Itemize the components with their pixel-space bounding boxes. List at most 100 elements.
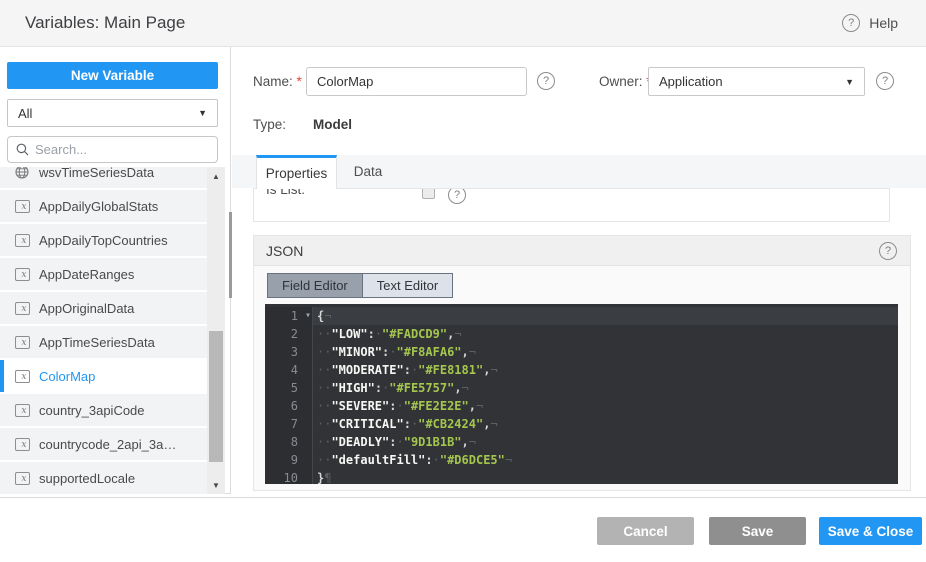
line-number: 4▾ bbox=[265, 361, 313, 379]
code-line-content: ··"CRITICAL":·"#CB2424",¬ bbox=[313, 415, 898, 433]
help-button[interactable]: ? Help bbox=[842, 14, 898, 32]
scroll-up-icon[interactable]: ▲ bbox=[207, 169, 225, 183]
name-input[interactable] bbox=[306, 67, 527, 96]
text-editor-tab[interactable]: Text Editor bbox=[363, 274, 452, 297]
variable-icon: x bbox=[15, 336, 30, 349]
variable-icon: x bbox=[15, 404, 30, 417]
filter-dropdown[interactable]: All ▼ bbox=[7, 99, 218, 127]
required-marker: * bbox=[297, 74, 302, 89]
is-list-label: Is List: bbox=[266, 188, 305, 197]
owner-label: Owner: * bbox=[599, 74, 652, 89]
list-item-label: AppTimeSeriesData bbox=[39, 335, 155, 350]
list-item-label: countrycode_2api_3a… bbox=[39, 437, 176, 452]
line-number: 1▾ bbox=[265, 307, 313, 325]
list-item-label: AppDailyTopCountries bbox=[39, 233, 168, 248]
type-label: Type: bbox=[253, 117, 286, 132]
name-label: Name: * bbox=[253, 74, 302, 89]
code-line-content: ··"DEADLY":·"9D1B1B",¬ bbox=[313, 433, 898, 451]
variable-icon: x bbox=[15, 268, 30, 281]
code-line: 10▾ }¶ bbox=[265, 469, 898, 484]
json-section-title: JSON bbox=[266, 243, 303, 259]
cancel-button[interactable]: Cancel bbox=[597, 517, 694, 545]
list-item[interactable]: x ColorMap bbox=[0, 360, 207, 392]
code-line-content: ··"defaultFill":·"#D6DCE5"¬ bbox=[313, 451, 898, 469]
name-help-icon[interactable]: ? bbox=[537, 72, 555, 90]
owner-value: Application bbox=[659, 74, 723, 89]
globe-icon bbox=[15, 167, 29, 179]
sidebar-scrollbar-thumb[interactable] bbox=[209, 331, 223, 462]
help-label: Help bbox=[869, 15, 898, 31]
content-divider bbox=[0, 497, 926, 498]
code-line: 1▾ {¬ bbox=[265, 307, 898, 325]
code-line-content: ··"LOW":·"#FADCD9",¬ bbox=[313, 325, 898, 343]
owner-help-icon[interactable]: ? bbox=[876, 72, 894, 90]
list-item[interactable]: x AppDailyTopCountries bbox=[0, 224, 207, 256]
save-button[interactable]: Save bbox=[709, 517, 806, 545]
list-item[interactable]: x supportedLocale bbox=[0, 462, 207, 494]
tab-properties[interactable]: Properties bbox=[256, 155, 337, 189]
list-item-label: AppOriginalData bbox=[39, 301, 134, 316]
search-input[interactable] bbox=[35, 142, 185, 157]
variables-dialog: Variables: Main Page ? Help New Variable… bbox=[0, 0, 926, 562]
owner-dropdown[interactable]: Application ▼ bbox=[648, 67, 865, 96]
code-line: 9▾ ··"defaultFill":·"#D6DCE5"¬ bbox=[265, 451, 898, 469]
code-line-content: ··"SEVERE":·"#FE2E2E",¬ bbox=[313, 397, 898, 415]
list-item[interactable]: x wsvTimeSeriesData bbox=[0, 167, 207, 188]
variable-icon: x bbox=[15, 370, 30, 383]
json-section-header: JSON ? bbox=[254, 236, 910, 266]
list-item-label: supportedLocale bbox=[39, 471, 135, 486]
code-line-content: ··"MINOR":·"#F8AFA6",¬ bbox=[313, 343, 898, 361]
list-item[interactable]: x AppDailyGlobalStats bbox=[0, 190, 207, 222]
list-item[interactable]: x AppOriginalData bbox=[0, 292, 207, 324]
variable-list: x wsvTimeSeriesData x bbox=[0, 167, 207, 494]
search-box[interactable] bbox=[7, 136, 218, 163]
line-number: 6▾ bbox=[265, 397, 313, 415]
chevron-down-icon: ▼ bbox=[845, 77, 854, 87]
type-value: Model bbox=[313, 117, 352, 132]
variable-icon: x bbox=[15, 472, 30, 485]
json-help-icon[interactable]: ? bbox=[879, 242, 897, 260]
list-item-label: country_3apiCode bbox=[39, 403, 145, 418]
variable-icon: x bbox=[15, 302, 30, 315]
variable-icon: x bbox=[15, 234, 30, 247]
list-item[interactable]: x countrycode_2api_3a… bbox=[0, 428, 207, 460]
list-item-label: wsvTimeSeriesData bbox=[39, 167, 154, 180]
is-list-help-icon[interactable]: ? bbox=[448, 188, 466, 204]
scroll-down-icon[interactable]: ▼ bbox=[207, 478, 225, 492]
panel-scrollbar-thumb[interactable] bbox=[229, 212, 232, 298]
line-number: 7▾ bbox=[265, 415, 313, 433]
code-line-content: }¶ bbox=[313, 469, 898, 484]
search-icon bbox=[16, 143, 29, 156]
page-title: Variables: Main Page bbox=[25, 13, 185, 33]
editor-mode-toggle: Field Editor Text Editor bbox=[267, 273, 453, 298]
chevron-down-icon: ▼ bbox=[198, 108, 207, 118]
json-section: JSON ? Field Editor Text Editor 1▾ {¬ 2▾… bbox=[253, 235, 911, 491]
sidebar-scrollbar[interactable]: ▲ ▼ bbox=[207, 167, 225, 494]
field-editor-tab[interactable]: Field Editor bbox=[268, 274, 363, 297]
new-variable-button[interactable]: New Variable bbox=[7, 62, 218, 89]
list-item-label: AppDateRanges bbox=[39, 267, 134, 282]
code-line-content: ··"HIGH":·"#FE5757",¬ bbox=[313, 379, 898, 397]
tab-data[interactable]: Data bbox=[337, 155, 399, 188]
line-number: 2▾ bbox=[265, 325, 313, 343]
code-line: 4▾ ··"MODERATE":·"#FE8181",¬ bbox=[265, 361, 898, 379]
list-item[interactable]: x AppDateRanges bbox=[0, 258, 207, 290]
code-line: 8▾ ··"DEADLY":·"9D1B1B",¬ bbox=[265, 433, 898, 451]
save-and-close-button[interactable]: Save & Close bbox=[819, 517, 922, 545]
list-item[interactable]: x AppTimeSeriesData bbox=[0, 326, 207, 358]
code-line-content: ··"MODERATE":·"#FE8181",¬ bbox=[313, 361, 898, 379]
code-line: 7▾ ··"CRITICAL":·"#CB2424",¬ bbox=[265, 415, 898, 433]
is-list-checkbox[interactable] bbox=[422, 188, 435, 199]
line-number: 10▾ bbox=[265, 469, 313, 484]
code-line: 2▾ ··"LOW":·"#FADCD9",¬ bbox=[265, 325, 898, 343]
filter-value: All bbox=[18, 106, 32, 121]
variables-sidebar: New Variable All ▼ bbox=[0, 47, 231, 494]
list-item[interactable]: x country_3apiCode bbox=[0, 394, 207, 426]
json-code-editor[interactable]: 1▾ {¬ 2▾ ··"LOW":·"#FADCD9",¬ 3▾ ··"MINO… bbox=[265, 304, 898, 484]
code-line-content: {¬ bbox=[313, 307, 898, 325]
help-icon: ? bbox=[842, 14, 860, 32]
variable-icon: x bbox=[15, 200, 30, 213]
fold-arrow-icon[interactable]: ▾ bbox=[305, 307, 311, 325]
is-list-panel: Is List: ? bbox=[253, 188, 890, 222]
code-line: 5▾ ··"HIGH":·"#FE5757",¬ bbox=[265, 379, 898, 397]
